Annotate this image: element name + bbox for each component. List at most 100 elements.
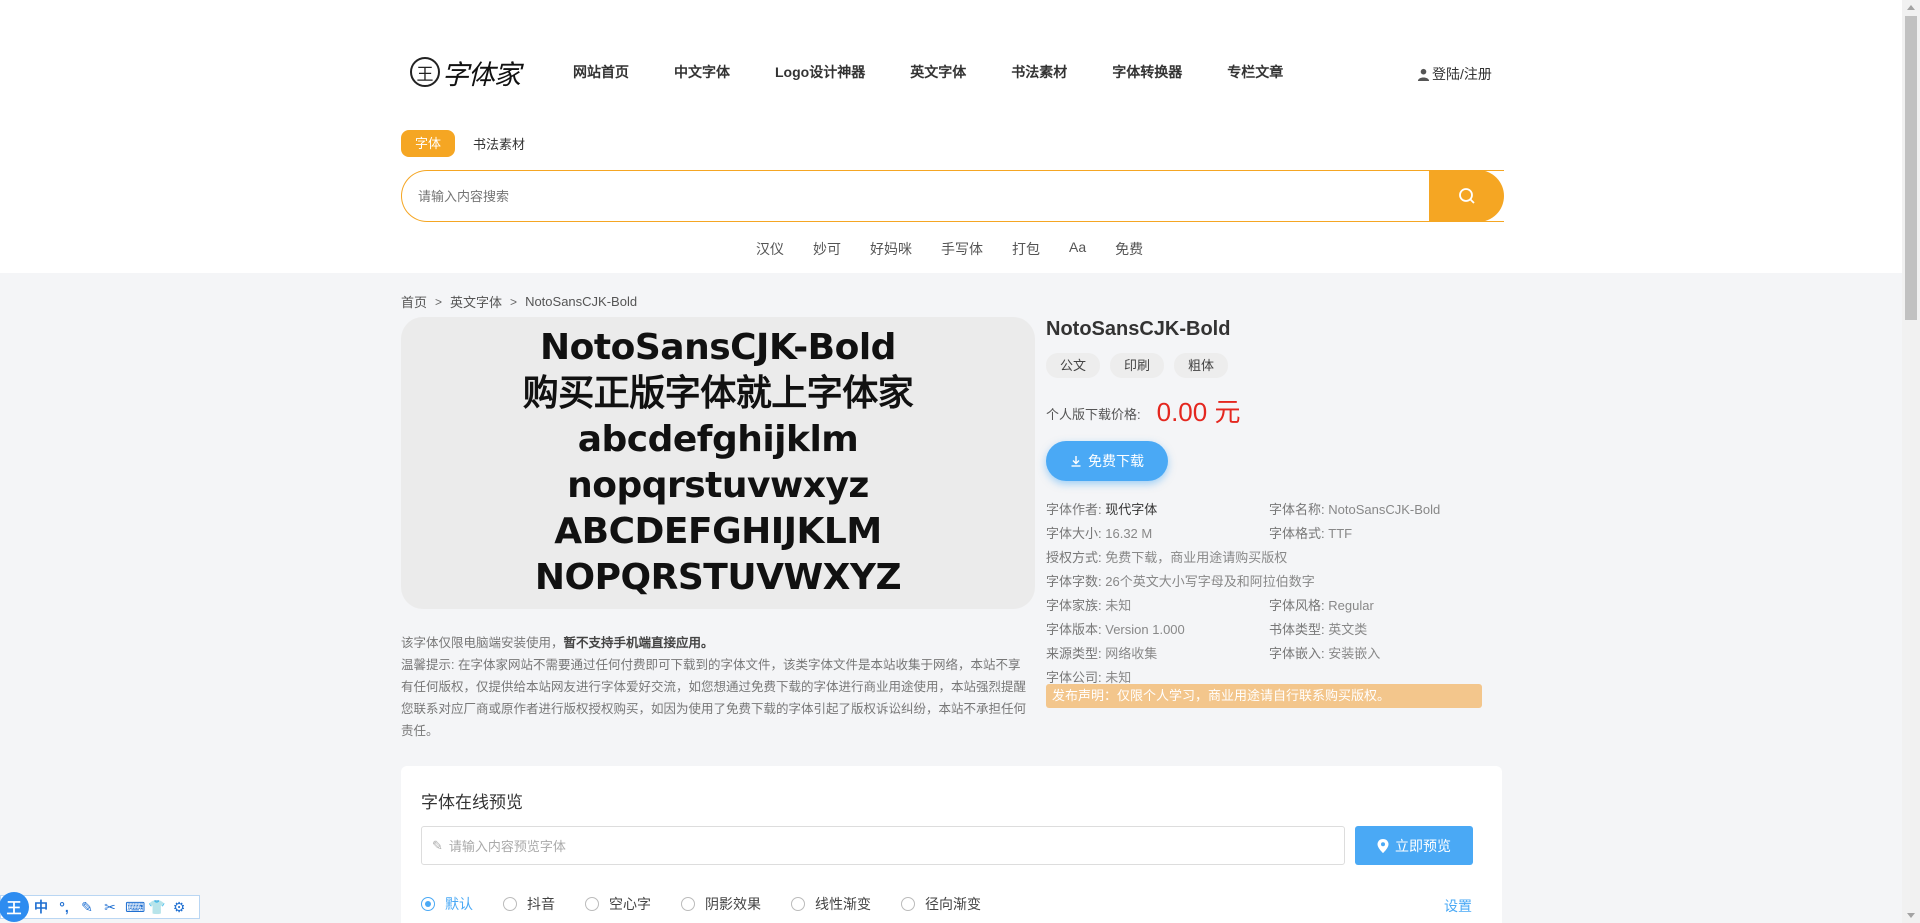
hot-keyword[interactable]: 手写体 (941, 239, 983, 259)
radio-icon (585, 897, 599, 911)
breadcrumb: 首页 > 英文字体 > NotoSansCJK-Bold (401, 292, 637, 311)
preview-line: 购买正版字体就上字体家 (522, 373, 914, 414)
tip-line-device: 该字体仅限电脑端安装使用，暂不支持手机端直接应用。 (401, 636, 714, 650)
scroll-up-arrow-icon[interactable] (1907, 5, 1915, 10)
nav-english-fonts[interactable]: 英文字体 (910, 62, 966, 82)
download-label: 免费下载 (1088, 453, 1144, 469)
ime-skin-icon[interactable]: 👕 (148, 899, 165, 916)
ime-logo-icon[interactable]: 王 (0, 892, 29, 922)
site-header: 王 字体家 网站首页 中文字体 Logo设计神器 英文字体 书法素材 字体转换器… (0, 0, 1902, 273)
meta-license: 授权方式: 免费下载，商业用途请购买版权 (1046, 550, 1288, 565)
hot-keyword[interactable]: 打包 (1012, 239, 1040, 259)
search-box (401, 170, 1504, 222)
ime-settings-icon[interactable]: ⚙ (171, 899, 187, 916)
settings-link[interactable]: 设置 (1444, 896, 1472, 916)
ime-scissors-icon[interactable]: ✂ (102, 899, 118, 916)
hot-keyword[interactable]: 妙可 (813, 239, 841, 259)
scrollbar-thumb[interactable] (1905, 16, 1917, 320)
meta-name: 字体名称: NotoSansCJK-Bold (1269, 502, 1441, 517)
preview-line: NOPQRSTUVWXYZ (534, 557, 902, 598)
scrollbar[interactable] (1902, 0, 1920, 923)
meta-embed: 字体嵌入: 安装嵌入 (1269, 646, 1381, 661)
preview-line: abcdefghijklm (577, 419, 859, 460)
effect-options: 默认 抖音 空心字 阴影效果 线性渐变 径向渐变 (421, 894, 1011, 914)
login-label: 登陆/注册 (1432, 66, 1492, 82)
meta-type: 书体类型: 英文类 (1269, 622, 1368, 637)
ime-chinese-mode-icon[interactable]: 中 (33, 897, 49, 917)
meta-style: 字体风格: Regular (1269, 598, 1374, 613)
effect-linear-gradient[interactable]: 线性渐变 (791, 894, 871, 914)
radio-icon (503, 897, 517, 911)
radio-icon (791, 897, 805, 911)
nav-chinese-fonts[interactable]: 中文字体 (674, 62, 730, 82)
font-tag[interactable]: 印刷 (1110, 353, 1165, 378)
ime-keyboard-icon[interactable]: ⌨ (125, 899, 145, 916)
nav-logo-designer[interactable]: Logo设计神器 (775, 62, 865, 82)
font-info-panel: NotoSansCJK-Bold 公文 印刷 粗体 个人版下载价格: 0.00 … (1046, 318, 1486, 686)
nav-font-converter[interactable]: 字体转换器 (1112, 62, 1182, 82)
usage-tips: 该字体仅限电脑端安装使用，暂不支持手机端直接应用。 温馨提示: 在字体家网站不需… (401, 632, 1031, 742)
meta-author-value[interactable]: 现代字体 (1105, 502, 1157, 517)
meta-size: 字体大小: 16.32 M (1046, 526, 1153, 541)
logo-text: 字体家 (442, 59, 521, 91)
nav-calligraphy[interactable]: 书法素材 (1011, 62, 1067, 82)
price-label: 个人版下载价格: (1046, 406, 1141, 422)
search-button[interactable] (1429, 170, 1504, 222)
meta-format: 字体格式: TTF (1269, 526, 1353, 541)
hot-keyword[interactable]: 免费 (1115, 239, 1143, 259)
preview-text-field[interactable]: ✎ 请输入内容预览字体 (421, 826, 1345, 865)
pencil-icon: ✎ (432, 837, 443, 853)
font-tags: 公文 印刷 粗体 (1046, 353, 1486, 378)
download-button[interactable]: 免费下载 (1046, 441, 1168, 481)
preview-now-label: 立即预览 (1395, 837, 1451, 854)
meta-author: 字体作者: 现代字体 (1046, 502, 1158, 517)
site-logo[interactable]: 王 字体家 (410, 50, 540, 94)
hot-keyword[interactable]: Aa (1069, 239, 1086, 259)
hot-keyword[interactable]: 好妈咪 (870, 239, 912, 259)
user-icon (1417, 68, 1430, 81)
nav-home[interactable]: 网站首页 (573, 62, 629, 82)
price-value: 0.00 元 (1156, 397, 1241, 427)
tip-line-copyright: 温馨提示: 在字体家网站不需要通过任何付费即可下载到的字体文件，该类字体文件是本… (401, 658, 1027, 738)
search-icon (1458, 188, 1475, 204)
hot-keyword[interactable]: 汉仪 (756, 239, 784, 259)
preview-now-button[interactable]: 立即预览 (1355, 826, 1473, 865)
breadcrumb-home[interactable]: 首页 (401, 292, 427, 311)
ime-toolbar: 王 中 °, ✎ ✂ ⌨ 👕 ⚙ (0, 892, 200, 922)
meta-version: 字体版本: Version 1.000 (1046, 622, 1185, 637)
location-pin-icon (1377, 838, 1389, 853)
price-row: 个人版下载价格: 0.00 元 (1046, 392, 1486, 429)
hot-keywords: 汉仪 妙可 好妈咪 手写体 打包 Aa 免费 (756, 239, 1172, 259)
font-title: NotoSansCJK-Bold (1046, 318, 1231, 340)
breadcrumb-category[interactable]: 英文字体 (450, 292, 502, 311)
effect-douyin[interactable]: 抖音 (503, 894, 555, 914)
font-tag[interactable]: 粗体 (1174, 353, 1229, 378)
nav-articles[interactable]: 专栏文章 (1227, 62, 1283, 82)
effect-default[interactable]: 默认 (421, 894, 473, 914)
preview-line: nopqrstuvwxyz (567, 465, 869, 506)
effect-radial-gradient[interactable]: 径向渐变 (901, 894, 981, 914)
release-notice: 发布声明：仅限个人学习，商业用途请自行联系购买版权。 (1046, 684, 1482, 708)
search-tab-calligraphy[interactable]: 书法素材 (473, 134, 525, 153)
login-link[interactable]: 登陆/注册 (1417, 64, 1492, 84)
ime-handwrite-icon[interactable]: ✎ (79, 899, 95, 916)
chevron-right-icon: > (510, 294, 518, 309)
logo-mark: 王 (410, 57, 440, 87)
font-preview-image: NotoSansCJK-Bold 购买正版字体就上字体家 abcdefghijk… (401, 317, 1035, 609)
download-icon (1071, 456, 1081, 467)
effect-shadow[interactable]: 阴影效果 (681, 894, 761, 914)
search-input[interactable] (402, 171, 1504, 221)
online-preview-card: 字体在线预览 ✎ 请输入内容预览字体 立即预览 默认 抖音 空心字 阴影效果 线… (401, 766, 1502, 923)
search-tab-fonts[interactable]: 字体 (401, 130, 456, 157)
font-tag[interactable]: 公文 (1046, 353, 1101, 378)
radio-icon (421, 897, 435, 911)
scroll-down-arrow-icon[interactable] (1907, 913, 1915, 918)
preview-line: NotoSansCJK-Bold (540, 327, 896, 368)
search-tabs: 字体 书法素材 (401, 130, 525, 157)
chevron-right-icon: > (435, 294, 443, 309)
meta-chars: 字体字数: 26个英文大小写字母及和阿拉伯数字 (1046, 574, 1315, 589)
ime-punctuation-icon[interactable]: °, (56, 899, 72, 915)
effect-hollow[interactable]: 空心字 (585, 894, 651, 914)
radio-icon (681, 897, 695, 911)
online-preview-title: 字体在线预览 (421, 793, 523, 812)
